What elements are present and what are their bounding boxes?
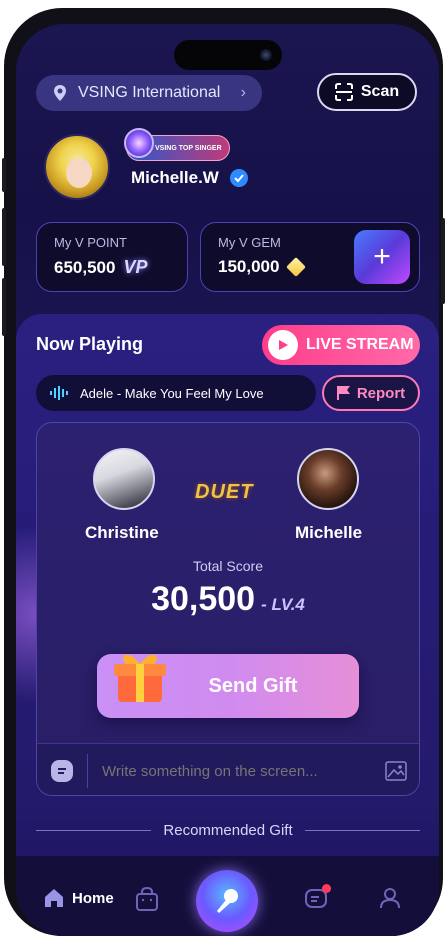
verified-icon	[229, 169, 248, 187]
scan-label: Scan	[360, 83, 400, 100]
chat-icon[interactable]	[51, 760, 73, 782]
chat-bar	[37, 743, 419, 795]
nav-messages[interactable]	[304, 884, 331, 912]
nav-profile[interactable]	[378, 886, 402, 910]
bottom-nav: Home	[16, 856, 439, 936]
live-stream-label: LIVE STREAM	[306, 336, 414, 353]
shopping-bag-icon	[136, 886, 158, 911]
avatar-face	[66, 158, 92, 188]
divider	[304, 830, 421, 831]
song-title: Adele - Make You Feel My Love	[80, 385, 264, 401]
region-selector[interactable]: VSING International ›	[36, 75, 262, 111]
volume-up-button	[2, 208, 6, 266]
v-point-card[interactable]: My V POINT 650,500 VP	[36, 222, 188, 292]
phone-frame: VSING International › Scan VSING TOP SIN…	[2, 8, 445, 936]
now-playing-title: Now Playing	[36, 334, 144, 354]
singer-right-name: Michelle	[295, 523, 363, 542]
audio-wave-icon	[50, 386, 68, 400]
nav-home[interactable]: Home	[42, 886, 114, 910]
sing-button[interactable]	[196, 870, 258, 932]
plus-icon: +	[373, 240, 391, 273]
v-point-value: 650,500 VP	[54, 257, 147, 278]
location-pin-icon	[54, 85, 66, 101]
chevron-right-icon: ›	[240, 84, 246, 101]
side-button	[2, 158, 6, 192]
send-gift-label: Send Gift	[208, 674, 298, 697]
chat-input[interactable]	[100, 761, 385, 781]
nav-shop[interactable]	[134, 886, 160, 912]
singer-right-avatar[interactable]	[297, 448, 359, 510]
v-point-label: My V POINT	[54, 235, 127, 250]
username: Michelle.W	[131, 168, 249, 188]
volume-down-button	[2, 278, 6, 336]
badge-emblem-icon	[124, 128, 154, 158]
singer-left-name: Christine	[85, 523, 159, 542]
home-icon	[45, 889, 63, 907]
play-icon	[268, 330, 298, 360]
v-point-amount: 650,500	[54, 257, 116, 277]
nav-home-label: Home	[72, 889, 114, 907]
v-gem-value: 150,000	[218, 257, 307, 277]
region-label: VSING International	[78, 84, 221, 101]
username-label: Michelle.W	[131, 168, 219, 187]
total-score-label: Total Score	[192, 558, 264, 574]
dynamic-island	[174, 40, 282, 70]
avatar[interactable]	[44, 134, 110, 200]
image-icon[interactable]	[385, 761, 407, 781]
recommended-gift-header: Recommended Gift	[36, 822, 421, 839]
singer-left-avatar[interactable]	[93, 448, 155, 510]
recommended-gift-title: Recommended Gift	[163, 822, 293, 839]
scan-button[interactable]: Scan	[317, 73, 417, 111]
vp-unit: VP	[123, 257, 148, 277]
score-row: 30,500 - LV.4	[37, 580, 419, 619]
add-gem-button[interactable]: +	[354, 230, 410, 284]
level-label: - LV.4	[261, 595, 305, 614]
live-stream-button[interactable]: LIVE STREAM	[262, 325, 420, 365]
report-button[interactable]: Report	[322, 375, 420, 411]
duet-label: DUET	[195, 481, 254, 503]
divider	[36, 830, 152, 831]
flag-icon	[336, 386, 350, 400]
gift-box-icon	[114, 654, 166, 702]
total-score-value: 30,500	[151, 580, 256, 618]
camera-icon	[260, 49, 272, 61]
v-gem-amount: 150,000	[218, 257, 280, 276]
power-button	[441, 218, 445, 304]
notification-dot	[322, 884, 331, 893]
divider	[87, 754, 88, 788]
song-info[interactable]: Adele - Make You Feel My Love	[36, 375, 316, 411]
v-gem-label: My V GEM	[218, 235, 281, 250]
microphone-icon	[217, 889, 238, 913]
scan-icon	[334, 83, 353, 101]
badge-label: VSING TOP SINGER	[155, 144, 222, 152]
report-label: Report	[356, 384, 406, 402]
gem-icon	[286, 257, 307, 277]
app-screen: VSING International › Scan VSING TOP SIN…	[16, 24, 439, 936]
duet-card: DUET Christine Michelle Total Score 30,5…	[36, 422, 420, 796]
profile-icon	[380, 888, 400, 909]
